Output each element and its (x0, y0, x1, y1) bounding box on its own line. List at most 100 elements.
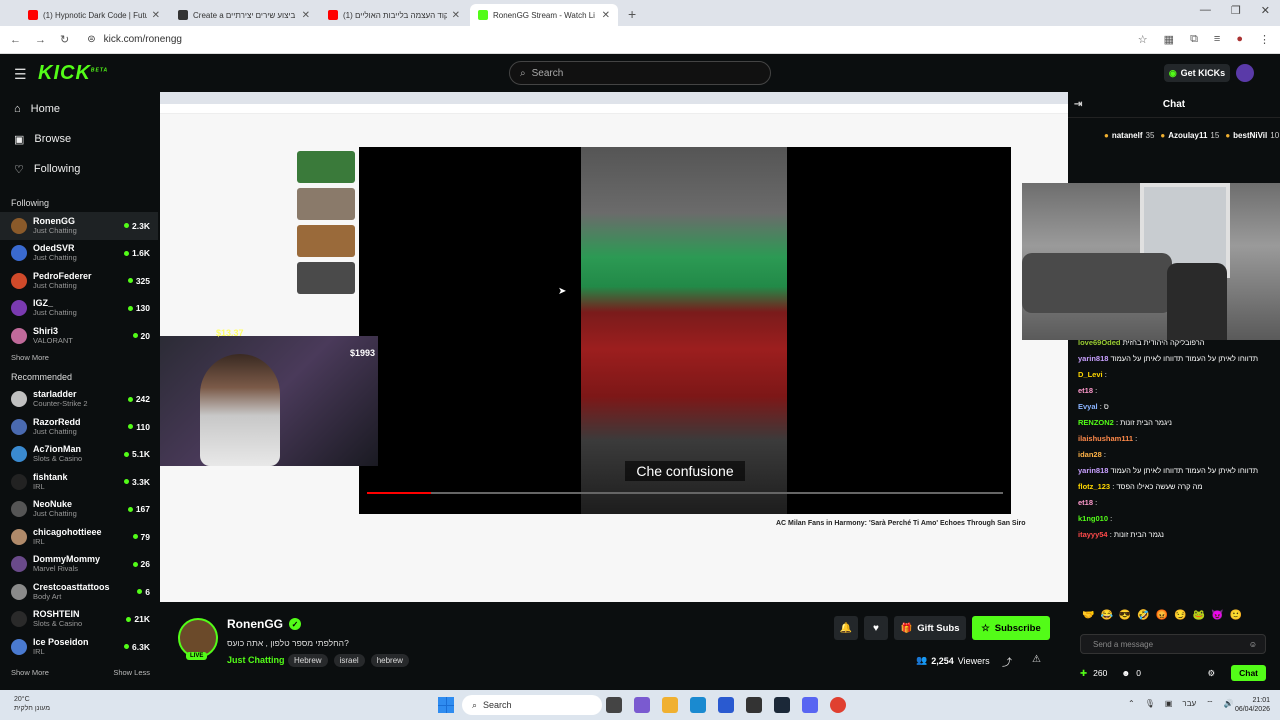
profile-icon[interactable]: ● (1236, 33, 1243, 46)
file-explorer-icon[interactable] (662, 697, 678, 713)
task-view-icon[interactable] (606, 697, 622, 713)
sidebar-channel-razorredd[interactable]: RazorRedd Just Chatting 110 (0, 413, 158, 441)
chat-username[interactable]: yarin818 (1078, 354, 1108, 363)
chat-username[interactable]: idan28 (1078, 450, 1102, 459)
search-input[interactable]: ⌕ Search (509, 61, 771, 85)
browser-tab[interactable]: (1) ריקוד העצמה בלייבות האוליים ✕ (320, 4, 468, 26)
site-info-icon[interactable]: ⊜ (87, 34, 95, 45)
chat-username[interactable]: et18 (1078, 498, 1093, 507)
subscribe-button[interactable]: ☆ Subscribe (972, 616, 1050, 640)
close-tab-icon[interactable]: ✕ (302, 10, 310, 21)
close-window-icon[interactable]: ✕ (1261, 4, 1270, 17)
sidebar-channel-shiri3[interactable]: Shiri3 VALORANT 20 (0, 322, 158, 350)
close-tab-icon[interactable]: ✕ (152, 10, 160, 21)
clock[interactable]: 21:01 06/04/2026 (1235, 696, 1270, 714)
chat-username[interactable]: Evyal (1078, 402, 1098, 411)
chat-username[interactable]: ilaishusham111 (1078, 434, 1133, 443)
top-gifter[interactable]: ● bestNiVil 10 (1225, 131, 1279, 140)
sidebar-channel-neonuke[interactable]: NeoNuke Just Chatting 167 (0, 496, 158, 524)
show-more-following[interactable]: Show More (0, 350, 158, 366)
top-gifter[interactable]: ● Azoulay11 15 (1160, 131, 1219, 140)
follow-heart-button[interactable]: ♥ (864, 616, 888, 640)
emote-icon[interactable]: 🤝 (1082, 610, 1094, 621)
bookmark-star-icon[interactable]: ☆ (1138, 33, 1148, 46)
notification-bell-button[interactable]: 🔔 (834, 616, 858, 640)
stream-tag[interactable]: Hebrew (288, 654, 328, 667)
chat-username[interactable]: yarin818 (1078, 466, 1108, 475)
windows-start-icon[interactable] (438, 697, 454, 713)
emote-icon[interactable]: 🐸 (1193, 610, 1205, 621)
chat-message-input[interactable]: Send a message ☺ (1080, 634, 1266, 654)
new-tab-button[interactable]: + (620, 6, 644, 26)
sidebar-channel-ac7ionman[interactable]: Ac7ionMan Slots & Casino 5.1K (0, 441, 158, 469)
sidebar-channel-igz_[interactable]: IGZ_ Just Chatting 130 (0, 295, 158, 323)
hamburger-menu-icon[interactable]: ☰ (14, 66, 27, 83)
get-kicks-button[interactable]: ◉ Get KICKs (1164, 64, 1230, 82)
tray-app-icon[interactable]: ▣ (1165, 699, 1173, 709)
app-icon[interactable] (746, 697, 762, 713)
chat-username[interactable]: itayyy54 (1078, 530, 1108, 539)
sidebar-channel-chicagohottieee[interactable]: chicagohottieee IRL 79 (0, 523, 158, 551)
chat-username[interactable]: et18 (1078, 386, 1093, 395)
stream-tag[interactable]: israel (333, 654, 365, 667)
browser-tab[interactable]: Create a ביצוע שירים יצירתיים ✕ (170, 4, 318, 26)
gift-subs-button[interactable]: 🎁 Gift Subs (894, 616, 966, 640)
discord-icon[interactable] (802, 697, 818, 713)
store-icon[interactable] (718, 697, 734, 713)
forward-icon[interactable]: → (35, 34, 46, 46)
media-icon[interactable]: ≡ (1214, 33, 1220, 46)
network-icon[interactable]: ⌔ (1206, 699, 1214, 709)
language-indicator[interactable]: עבר (1182, 699, 1196, 709)
kick-logo[interactable]: KICKBETA (38, 62, 108, 85)
chat-username[interactable]: flotz_123 (1078, 482, 1110, 491)
emote-icon[interactable]: 😈 (1211, 610, 1223, 621)
maximize-icon[interactable]: ❐ (1231, 4, 1241, 17)
emote-icon[interactable]: 😎 (1119, 610, 1131, 621)
browser-tab[interactable]: (1) Hypnotic Dark Code | Futur ✕ (20, 4, 168, 26)
top-gifter[interactable]: ● natanelf 35 (1104, 131, 1154, 140)
sidebar-channel-ice-poseidon[interactable]: Ice Poseidon IRL 6.3K (0, 633, 158, 661)
chat-settings-icon[interactable]: ⚙ (1207, 668, 1215, 679)
sidebar-channel-ronengg[interactable]: RonenGG Just Chatting 2.3K (0, 212, 158, 240)
close-tab-icon[interactable]: ✕ (602, 10, 610, 21)
chat-username[interactable]: D_Levi (1078, 370, 1103, 379)
volume-icon[interactable]: 🔊 (1224, 699, 1234, 709)
chrome-icon[interactable] (830, 697, 846, 713)
chat-send-button[interactable]: Chat (1231, 665, 1266, 681)
menu-dots-icon[interactable]: ⋮ (1259, 33, 1270, 46)
taskbar-search[interactable]: ⌕ Search (462, 695, 602, 715)
extension-icon[interactable]: ▦ (1164, 33, 1174, 46)
emote-icon[interactable]: 😂 (1100, 610, 1112, 621)
emote-icon[interactable]: 🙂 (1230, 610, 1242, 621)
emote-icon[interactable]: 😏 (1174, 610, 1186, 621)
sidebar-channel-odedsvr[interactable]: OdedSVR Just Chatting 1.6K (0, 240, 158, 268)
minimize-icon[interactable]: — (1200, 4, 1211, 17)
puzzle-icon[interactable]: ⧉ (1190, 33, 1198, 46)
weather-widget[interactable]: 20°C מעונן חלקית (14, 695, 50, 713)
nav-following[interactable]: ♡ Following (0, 154, 158, 184)
collapse-chat-icon[interactable]: ⇥ (1074, 99, 1082, 110)
stream-category[interactable]: Just Chatting (227, 655, 285, 665)
sidebar-channel-fishtank[interactable]: fishtank IRL 3.3K (0, 468, 158, 496)
emote-icon[interactable]: 🤣 (1137, 610, 1149, 621)
sidebar-channel-crestcoasttattoos[interactable]: Crestcoasttattoos Body Art 6 (0, 578, 158, 606)
teams-icon[interactable] (634, 697, 650, 713)
nav-browse[interactable]: ▣ Browse (0, 124, 158, 154)
nav-home[interactable]: ⌂ Home (0, 94, 158, 124)
sidebar-channel-roshtein[interactable]: ROSHTEIN Slots & Casino 21K (0, 606, 158, 634)
back-icon[interactable]: ← (10, 34, 21, 46)
video-player[interactable]: Che confusione AC Milan Fans in Harmony:… (160, 92, 1068, 602)
share-icon[interactable]: ⤴ (1002, 654, 1012, 669)
sidebar-channel-dommymommy[interactable]: DommyMommy Marvel Rivals 26 (0, 551, 158, 579)
sidebar-channel-pedrofederer[interactable]: PedroFederer Just Chatting 325 (0, 267, 158, 295)
show-less-recommended[interactable]: Show Less (113, 668, 150, 677)
chevron-up-icon[interactable]: ⌃ (1128, 699, 1135, 709)
browser-tab[interactable]: RonenGG Stream - Watch Li ✕ (470, 4, 618, 26)
chat-username[interactable]: k1ng010 (1078, 514, 1108, 523)
mic-icon[interactable]: 🎙 (1145, 699, 1155, 709)
edge-icon[interactable] (690, 697, 706, 713)
close-tab-icon[interactable]: ✕ (452, 10, 460, 21)
reload-icon[interactable]: ↻ (60, 33, 69, 46)
user-avatar[interactable] (1236, 64, 1254, 82)
steam-icon[interactable] (774, 697, 790, 713)
